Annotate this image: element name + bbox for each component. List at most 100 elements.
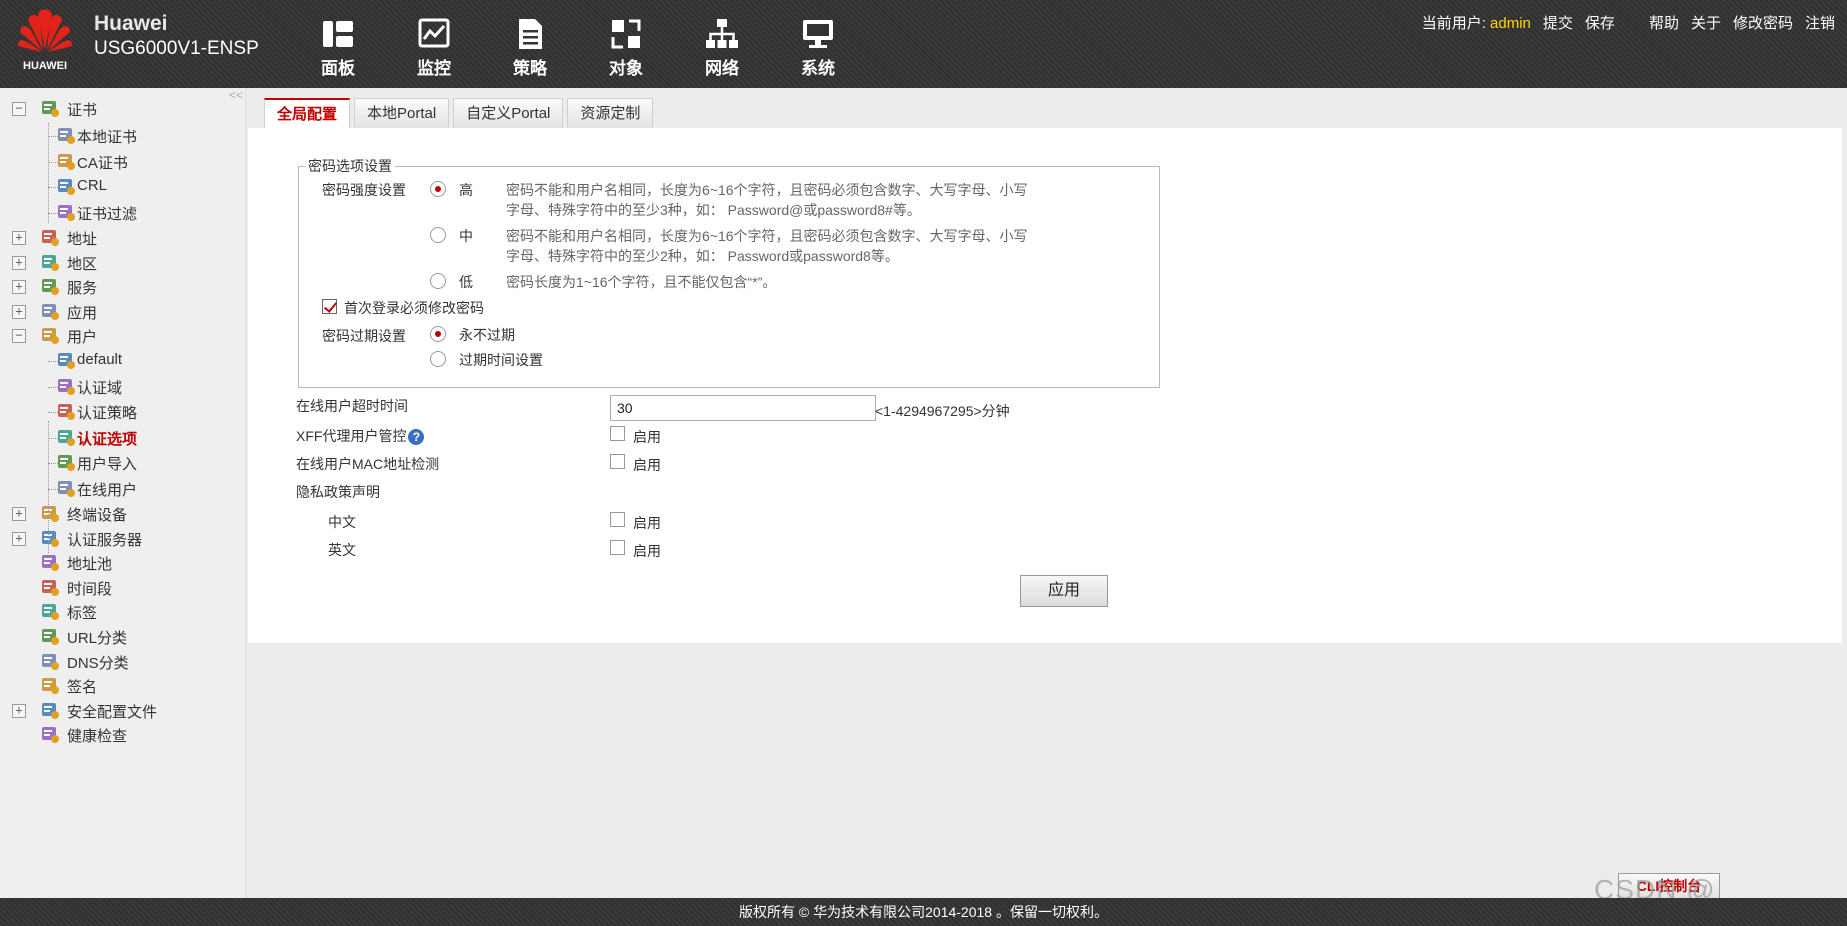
nav-system[interactable]: 系统	[770, 0, 866, 88]
sidebar-item-17[interactable]: + 认证服务器	[0, 526, 240, 552]
help-icon[interactable]: ?	[408, 429, 425, 446]
sidebar-item-15[interactable]: 在线用户	[0, 476, 240, 502]
userbar-gap	[1627, 12, 1637, 33]
sidebar-item-label: 认证域	[77, 379, 123, 397]
nav-policy[interactable]: 策略	[482, 0, 578, 88]
object-icon	[611, 19, 641, 49]
sidebar-item-label: 标签	[67, 605, 98, 623]
sidebar-item-label: 用户	[67, 329, 98, 347]
privacy-english-checkbox[interactable]	[610, 540, 625, 555]
time-range-icon	[42, 579, 59, 596]
sidebar-item-2[interactable]: CA证书	[0, 149, 240, 175]
sidebar-item-22[interactable]: DNS分类	[0, 649, 240, 675]
sidebar-item-8[interactable]: + 应用	[0, 299, 240, 325]
expire-time-label: 过期时间设置	[459, 352, 543, 368]
nav-network[interactable]: 网络	[674, 0, 770, 88]
expand-icon[interactable]: +	[12, 304, 26, 319]
submit-link[interactable]: 提交	[1543, 12, 1573, 33]
sidebar-item-label: 安全配置文件	[67, 703, 158, 721]
apply-button[interactable]: 应用	[1020, 575, 1108, 607]
mac-detect-checkbox[interactable]	[610, 454, 625, 469]
mac-detect-enable-label: 启用	[633, 457, 661, 473]
sidebar-item-9[interactable]: − 用户	[0, 323, 240, 349]
save-link[interactable]: 保存	[1585, 12, 1615, 33]
help-link[interactable]: 帮助	[1649, 12, 1679, 33]
strength-medium-radio[interactable]	[430, 227, 446, 243]
expand-icon[interactable]: +	[12, 255, 26, 270]
expand-icon[interactable]: +	[12, 280, 26, 295]
sidebar-item-1[interactable]: 本地证书	[0, 123, 240, 149]
expand-icon[interactable]: +	[12, 231, 26, 245]
crl-icon	[58, 179, 75, 195]
sidebar-item-18[interactable]: 地址池	[0, 550, 240, 576]
tab-global-config[interactable]: 全局配置	[264, 98, 351, 128]
tab-resource-custom[interactable]: 资源定制	[567, 98, 654, 128]
sidebar-item-14[interactable]: 用户导入	[0, 450, 240, 476]
sidebar-item-7[interactable]: + 服务	[0, 274, 240, 300]
xff-enable-label: 启用	[633, 429, 661, 445]
sidebar-item-20[interactable]: 标签	[0, 599, 240, 625]
sidebar-item-label: 在线用户	[77, 481, 138, 499]
sidebar-item-label: CRL	[77, 177, 108, 194]
sidebar-item-16[interactable]: + 终端设备	[0, 501, 240, 527]
sidebar-item-13[interactable]: 认证选项	[0, 425, 240, 451]
certificate-icon	[42, 101, 59, 117]
main-nav: 面板 监控 策略 对象 网络 系统	[290, 0, 866, 88]
sidebar-item-label: default	[77, 351, 123, 368]
ca-certificate-icon	[58, 153, 75, 170]
sidebar-item-23[interactable]: 签名	[0, 673, 240, 699]
sidebar-item-0[interactable]: − 证书	[0, 96, 240, 122]
sidebar-item-5[interactable]: + 地址	[0, 225, 240, 251]
sidebar-item-10[interactable]: default	[0, 348, 240, 374]
sidebar-item-3[interactable]: CRL	[0, 174, 240, 200]
user-icon	[42, 328, 59, 345]
tab-local-portal[interactable]: 本地Portal	[354, 98, 450, 128]
online-user-icon	[58, 480, 75, 497]
sidebar-item-24[interactable]: + 安全配置文件	[0, 698, 240, 724]
strength-low-radio[interactable]	[430, 273, 446, 289]
address-icon	[42, 230, 59, 246]
privacy-chinese-checkbox[interactable]	[610, 512, 625, 527]
about-link[interactable]: 关于	[1691, 12, 1721, 33]
sidebar-item-25[interactable]: 健康检查	[0, 722, 240, 748]
first-login-checkbox[interactable]	[322, 299, 337, 314]
nav-object[interactable]: 对象	[578, 0, 674, 88]
never-expire-label: 永不过期	[459, 327, 515, 343]
strength-high-desc: 密码不能和用户名相同，长度为6~16个字符，且密码必须包含数字、大写字母、小写 …	[506, 180, 1066, 220]
auth-domain-icon	[58, 378, 75, 395]
sidebar-item-12[interactable]: 认证策略	[0, 399, 240, 425]
online-timeout-input[interactable]	[610, 395, 876, 421]
expand-icon[interactable]: +	[12, 531, 26, 546]
strength-high-label: 高	[459, 182, 473, 198]
sidebar-item-11[interactable]: 认证域	[0, 374, 240, 400]
sidebar-item-6[interactable]: + 地区	[0, 250, 240, 276]
sidebar-tree: << − 证书 本地证书 CA证书 CRL 证书过滤 + 地址 + 地区 + 服务 + 应用 − 用户 defa…	[0, 88, 246, 898]
tab-custom-portal[interactable]: 自定义Portal	[453, 98, 564, 128]
sidebar-item-label: 证书过滤	[77, 205, 138, 223]
nav-monitor[interactable]: 监控	[386, 0, 482, 88]
user-default-icon	[58, 353, 75, 369]
nav-dashboard[interactable]: 面板	[290, 0, 386, 88]
sidebar-item-label: 签名	[67, 679, 98, 697]
application-icon	[42, 303, 59, 320]
expand-icon[interactable]: +	[12, 703, 26, 718]
expire-time-radio[interactable]	[430, 351, 446, 367]
expand-icon[interactable]: +	[12, 507, 26, 521]
strength-medium-label: 中	[459, 228, 473, 244]
collapse-icon[interactable]: −	[12, 329, 26, 344]
tree-connector	[48, 386, 58, 388]
xff-enable-checkbox[interactable]	[610, 426, 625, 441]
collapse-icon[interactable]: −	[12, 102, 26, 116]
sidebar-item-4[interactable]: 证书过滤	[0, 200, 240, 226]
auth-policy-icon	[58, 404, 75, 420]
tree-connector	[48, 136, 58, 137]
strength-high-desc-line2: 字母、特殊字符中的至少3种，如： Password@或password8#等。	[506, 202, 921, 218]
nav-object-label: 对象	[609, 59, 643, 78]
change-password-link[interactable]: 修改密码	[1733, 12, 1793, 33]
never-expire-radio[interactable]	[430, 326, 446, 342]
strength-high-radio[interactable]	[430, 181, 446, 197]
sidebar-item-19[interactable]: 时间段	[0, 575, 240, 601]
logout-link[interactable]: 注销	[1805, 12, 1835, 33]
sidebar-item-21[interactable]: URL分类	[0, 624, 240, 650]
config-panel: 密码选项设置 密码强度设置 高 密码不能和用户名相同，长度为6~16个字符，且密…	[248, 128, 1842, 643]
